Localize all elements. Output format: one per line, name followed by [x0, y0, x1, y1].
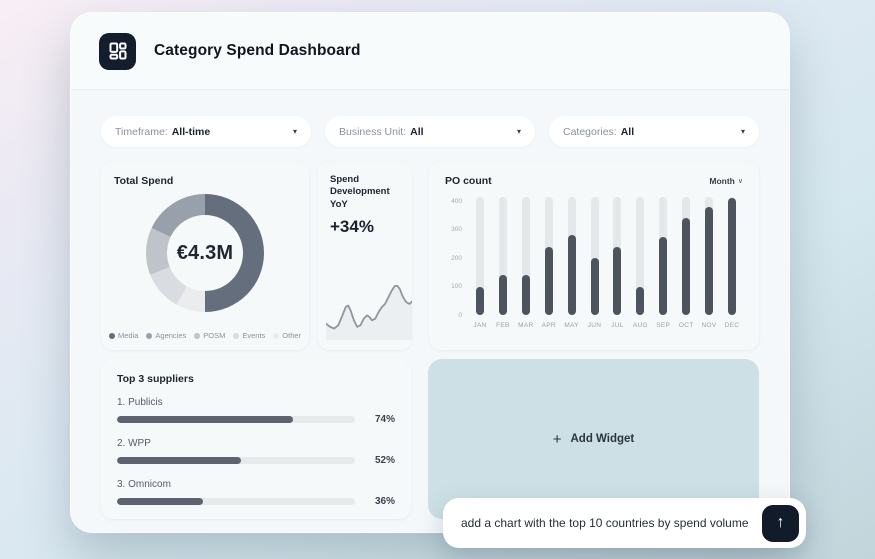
- po-count-bars: JAN FEB MAR APR MAY JUN JUL AUG SEP OCT NOV DEC: [469, 197, 743, 329]
- po-bar-mar: MAR: [519, 197, 533, 329]
- plus-icon: +: [553, 432, 562, 447]
- supplier-row-3: 3. Omnicom36%: [117, 479, 395, 507]
- po-bar-oct: OCT: [679, 197, 693, 329]
- add-widget-button[interactable]: + Add Widget: [428, 359, 759, 519]
- po-bar-apr: APR: [542, 197, 556, 329]
- top-suppliers-card: Top 3 suppliers 1. Publicis74% 2. WPP52% 3…: [101, 359, 411, 519]
- po-count-y-axis: 0100200300400: [445, 197, 469, 315]
- add-widget-label: Add Widget: [570, 433, 634, 445]
- send-button[interactable]: ↑: [762, 505, 799, 542]
- arrow-up-icon: ↑: [777, 514, 785, 532]
- month-selector[interactable]: Month ∨: [709, 176, 743, 186]
- spend-development-card: Spend Development YoY +34%: [318, 162, 412, 350]
- legend-item-media: Media: [109, 331, 138, 340]
- chat-input[interactable]: [461, 516, 762, 530]
- supplier-row-2: 2. WPP52%: [117, 438, 395, 466]
- po-count-title: PO count: [445, 175, 492, 187]
- po-bar-aug: AUG: [633, 197, 647, 329]
- po-bar-dec: DEC: [725, 197, 739, 329]
- legend-item-agencies: Agencies: [146, 331, 186, 340]
- po-bar-jul: JUL: [610, 197, 624, 329]
- po-bar-nov: NOV: [702, 197, 716, 329]
- po-bar-jun: JUN: [588, 197, 602, 329]
- dashboard-window: Category Spend Dashboard Timeframe:All-t…: [70, 12, 790, 533]
- page-title: Category Spend Dashboard: [154, 42, 361, 60]
- legend-item-posm: POSM: [194, 331, 225, 340]
- total-spend-card: Total Spend €4.3M Media Agencies POSM Event…: [101, 162, 309, 350]
- filter-pill-1[interactable]: Business Unit:All▾: [325, 116, 535, 147]
- spend-development-title: Spend Development YoY: [330, 174, 400, 211]
- chat-bar: ↑: [443, 498, 806, 548]
- po-count-card: PO count Month ∨ 0100200300400 JAN FEB MAR…: [429, 162, 759, 350]
- legend-item-other: Other: [273, 331, 301, 340]
- po-bar-jan: JAN: [473, 197, 487, 329]
- caret-down-icon: ▾: [293, 127, 297, 136]
- po-bar-feb: FEB: [496, 197, 510, 329]
- supplier-row-1: 1. Publicis74%: [117, 397, 395, 425]
- caret-down-icon: ▾: [741, 127, 745, 136]
- filter-pill-0[interactable]: Timeframe:All-time▾: [101, 116, 311, 147]
- total-spend-donut-chart[interactable]: €4.3M: [146, 194, 264, 312]
- po-bar-sep: SEP: [656, 197, 670, 329]
- donut-legend: Media Agencies POSM Events Other: [101, 331, 309, 340]
- top-suppliers-title: Top 3 suppliers: [117, 373, 395, 385]
- chevron-down-icon: ∨: [738, 177, 743, 185]
- spend-development-value: +34%: [330, 217, 400, 237]
- total-spend-value: €4.3M: [146, 194, 264, 312]
- legend-item-events: Events: [233, 331, 265, 340]
- window-header: Category Spend Dashboard: [71, 13, 789, 90]
- dashboard-content: Timeframe:All-time▾ Business Unit:All▾ Cat…: [71, 90, 789, 519]
- supplier-rows: 1. Publicis74% 2. WPP52% 3. Omnicom36%: [117, 397, 395, 507]
- filter-pill-2[interactable]: Categories:All▾: [549, 116, 759, 147]
- filter-row: Timeframe:All-time▾ Business Unit:All▾ Cat…: [101, 116, 759, 147]
- caret-down-icon: ▾: [517, 127, 521, 136]
- po-count-chart: 0100200300400 JAN FEB MAR APR MAY JUN JUL AUG SE…: [445, 197, 743, 329]
- dashboard-grid-icon: [99, 33, 136, 70]
- spend-development-sparkline: [326, 276, 412, 340]
- total-spend-title: Total Spend: [114, 175, 296, 187]
- po-bar-may: MAY: [565, 197, 579, 329]
